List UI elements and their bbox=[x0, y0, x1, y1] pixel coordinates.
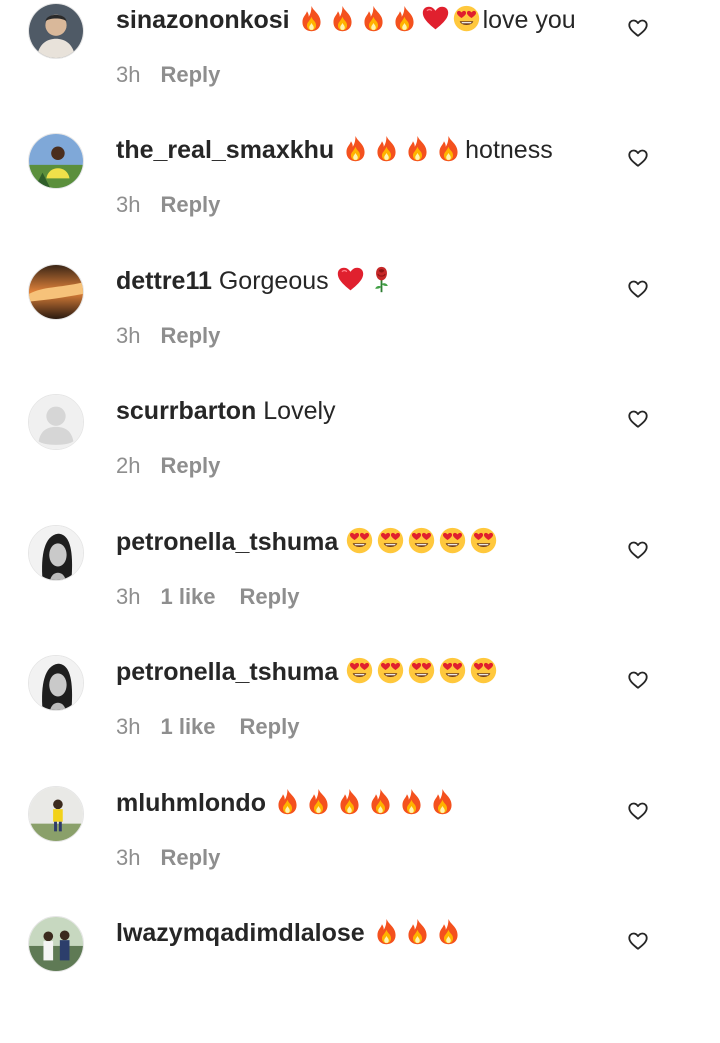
like-heart-icon[interactable] bbox=[627, 147, 649, 169]
comment-username[interactable]: petronella_tshuma bbox=[116, 658, 338, 686]
comment-username[interactable]: mluhmlondo bbox=[116, 789, 266, 817]
reply-button[interactable]: Reply bbox=[160, 62, 220, 87]
comment-username[interactable]: the_real_smaxkhu bbox=[116, 136, 334, 164]
comment-body: sinazononkosi love you bbox=[116, 2, 576, 38]
comment-timestamp: 3h bbox=[116, 714, 141, 739]
fire-emoji bbox=[403, 917, 432, 946]
comment-item: mluhmlondo 3h Reply bbox=[0, 783, 720, 913]
comment-item: petronella_tshuma 3h 1 like Reply bbox=[0, 522, 720, 652]
comment-item: scurrbarton Lovely 2h Reply bbox=[0, 391, 720, 521]
rose-emoji bbox=[367, 265, 396, 294]
fire-emoji bbox=[372, 134, 401, 163]
heart-eyes-emoji bbox=[345, 656, 374, 685]
heart-eyes-emoji bbox=[438, 526, 467, 555]
fire-emoji bbox=[304, 787, 333, 816]
avatar[interactable] bbox=[28, 394, 84, 450]
comment-body: petronella_tshuma bbox=[116, 524, 500, 560]
reply-button[interactable]: Reply bbox=[160, 323, 220, 348]
like-count[interactable]: 1 like bbox=[160, 584, 215, 609]
comment-text: Gorgeous bbox=[218, 267, 329, 295]
red-heart-emoji bbox=[421, 4, 450, 33]
reply-button[interactable]: Reply bbox=[240, 584, 300, 609]
comment-body: lwazymqadimdlalose bbox=[116, 915, 465, 951]
comment-timestamp: 3h bbox=[116, 584, 141, 609]
fire-emoji bbox=[434, 134, 463, 163]
avatar[interactable] bbox=[28, 525, 84, 581]
comment-body: mluhmlondo bbox=[116, 785, 459, 821]
heart-eyes-emoji bbox=[376, 656, 405, 685]
fire-emoji bbox=[397, 787, 426, 816]
avatar[interactable] bbox=[28, 264, 84, 320]
reply-button[interactable]: Reply bbox=[160, 192, 220, 217]
fire-emoji bbox=[297, 4, 326, 33]
comment-username[interactable]: petronella_tshuma bbox=[116, 528, 338, 556]
red-heart-emoji bbox=[336, 265, 365, 294]
comment-meta: 3h Reply bbox=[116, 843, 220, 873]
fire-emoji bbox=[359, 4, 388, 33]
avatar[interactable] bbox=[28, 916, 84, 972]
comment-item: petronella_tshuma 3h 1 like Reply bbox=[0, 652, 720, 782]
like-heart-icon[interactable] bbox=[627, 800, 649, 822]
comment-item: the_real_smaxkhu hotness 3h Reply bbox=[0, 130, 720, 260]
heart-eyes-emoji bbox=[407, 526, 436, 555]
comment-username[interactable]: scurrbarton bbox=[116, 397, 256, 425]
comment-text: love you bbox=[482, 6, 576, 34]
fire-emoji bbox=[403, 134, 432, 163]
fire-emoji bbox=[366, 787, 395, 816]
comment-meta: 3h 1 like Reply bbox=[116, 712, 299, 742]
comment-timestamp: 3h bbox=[116, 192, 141, 217]
comment-meta: 2h Reply bbox=[116, 451, 220, 481]
fire-emoji bbox=[335, 787, 364, 816]
comment-item: dettre11 Gorgeous 3h Reply bbox=[0, 261, 720, 391]
heart-eyes-emoji bbox=[469, 656, 498, 685]
fire-emoji bbox=[434, 917, 463, 946]
like-heart-icon[interactable] bbox=[627, 930, 649, 952]
avatar[interactable] bbox=[28, 655, 84, 711]
comment-item: lwazymqadimdlalose bbox=[0, 913, 720, 1043]
like-heart-icon[interactable] bbox=[627, 278, 649, 300]
reply-button[interactable]: Reply bbox=[240, 714, 300, 739]
comment-body: scurrbarton Lovely bbox=[116, 393, 336, 429]
comment-body: the_real_smaxkhu hotness bbox=[116, 132, 553, 168]
comment-meta: 3h Reply bbox=[116, 321, 220, 351]
heart-eyes-emoji bbox=[452, 4, 481, 33]
avatar[interactable] bbox=[28, 3, 84, 59]
comment-text: hotness bbox=[465, 136, 553, 164]
avatar[interactable] bbox=[28, 786, 84, 842]
comment-timestamp: 3h bbox=[116, 845, 141, 870]
heart-eyes-emoji bbox=[407, 656, 436, 685]
comment-item: sinazononkosi love you 3h Reply bbox=[0, 0, 720, 130]
fire-emoji bbox=[328, 4, 357, 33]
comment-text: Lovely bbox=[263, 397, 336, 425]
comment-username[interactable]: lwazymqadimdlalose bbox=[116, 919, 365, 947]
heart-eyes-emoji bbox=[345, 526, 374, 555]
like-heart-icon[interactable] bbox=[627, 17, 649, 39]
heart-eyes-emoji bbox=[376, 526, 405, 555]
comment-meta: 3h Reply bbox=[116, 60, 220, 90]
like-heart-icon[interactable] bbox=[627, 539, 649, 561]
heart-eyes-emoji bbox=[438, 656, 467, 685]
comment-meta: 3h Reply bbox=[116, 190, 220, 220]
like-heart-icon[interactable] bbox=[627, 669, 649, 691]
heart-eyes-emoji bbox=[469, 526, 498, 555]
comment-body: dettre11 Gorgeous bbox=[116, 263, 398, 299]
fire-emoji bbox=[341, 134, 370, 163]
reply-button[interactable]: Reply bbox=[160, 453, 220, 478]
like-heart-icon[interactable] bbox=[627, 408, 649, 430]
comment-body: petronella_tshuma bbox=[116, 654, 500, 690]
like-count[interactable]: 1 like bbox=[160, 714, 215, 739]
fire-emoji bbox=[428, 787, 457, 816]
comment-timestamp: 3h bbox=[116, 62, 141, 87]
fire-emoji bbox=[372, 917, 401, 946]
avatar[interactable] bbox=[28, 133, 84, 189]
comment-timestamp: 2h bbox=[116, 453, 141, 478]
comment-meta: 3h 1 like Reply bbox=[116, 582, 299, 612]
comment-username[interactable]: sinazononkosi bbox=[116, 6, 290, 34]
comment-username[interactable]: dettre11 bbox=[116, 267, 212, 295]
fire-emoji bbox=[390, 4, 419, 33]
reply-button[interactable]: Reply bbox=[160, 845, 220, 870]
fire-emoji bbox=[273, 787, 302, 816]
comment-timestamp: 3h bbox=[116, 323, 141, 348]
